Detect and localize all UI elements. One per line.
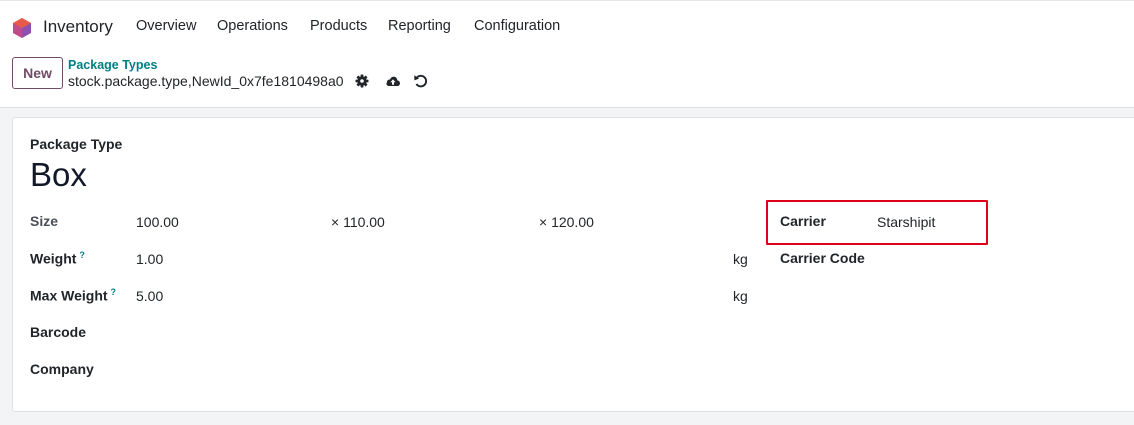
carrier-field[interactable]: Starshipit [877, 214, 935, 230]
max-weight-field[interactable]: 5.00 [136, 288, 163, 304]
app-name[interactable]: Inventory [43, 17, 113, 37]
package-type-label: Package Type [30, 136, 123, 152]
breadcrumb-package-types[interactable]: Package Types [68, 58, 157, 72]
weight-label-text: Weight [30, 250, 77, 267]
cloud-upload-icon[interactable] [385, 73, 401, 89]
max-weight-unit: kg [733, 288, 748, 304]
weight-unit: kg [733, 251, 748, 267]
barcode-label: Barcode [30, 324, 87, 340]
menu-products[interactable]: Products [310, 18, 367, 34]
max-weight-label: Max Weight? [30, 287, 116, 304]
max-weight-label-text: Max Weight [30, 287, 108, 304]
weight-label: Weight? [30, 250, 85, 267]
menu-operations[interactable]: Operations [217, 18, 288, 34]
size-label: Size [30, 213, 59, 229]
weight-help-icon[interactable]: ? [79, 250, 85, 260]
menu-overview[interactable]: Overview [136, 18, 196, 34]
weight-field[interactable]: 1.00 [136, 251, 163, 267]
top-navbar: Inventory Overview Operations Products R… [0, 0, 1134, 52]
form-sheet: Package Type Box Size 100.00 × 110.00 × … [12, 117, 1134, 412]
size-height-field[interactable]: × 120.00 [539, 214, 594, 230]
inventory-app-icon[interactable] [13, 18, 31, 38]
new-button[interactable]: New [12, 57, 63, 89]
carrier-code-label: Carrier Code [780, 250, 865, 266]
carrier-label: Carrier [780, 213, 826, 229]
record-name: stock.package.type,NewId_0x7fe1810498a0 [68, 73, 344, 89]
size-width-field[interactable]: × 110.00 [331, 214, 385, 230]
company-label: Company [30, 361, 94, 377]
discard-undo-icon[interactable] [413, 73, 429, 89]
gear-icon[interactable] [354, 73, 370, 89]
package-type-name-field[interactable]: Box [30, 156, 87, 194]
size-length-field[interactable]: 100.00 [136, 214, 179, 230]
menu-reporting[interactable]: Reporting [388, 18, 451, 34]
control-panel: New Package Types stock.package.type,New… [0, 52, 1134, 108]
max-weight-help-icon[interactable]: ? [111, 287, 117, 297]
menu-configuration[interactable]: Configuration [474, 18, 560, 34]
